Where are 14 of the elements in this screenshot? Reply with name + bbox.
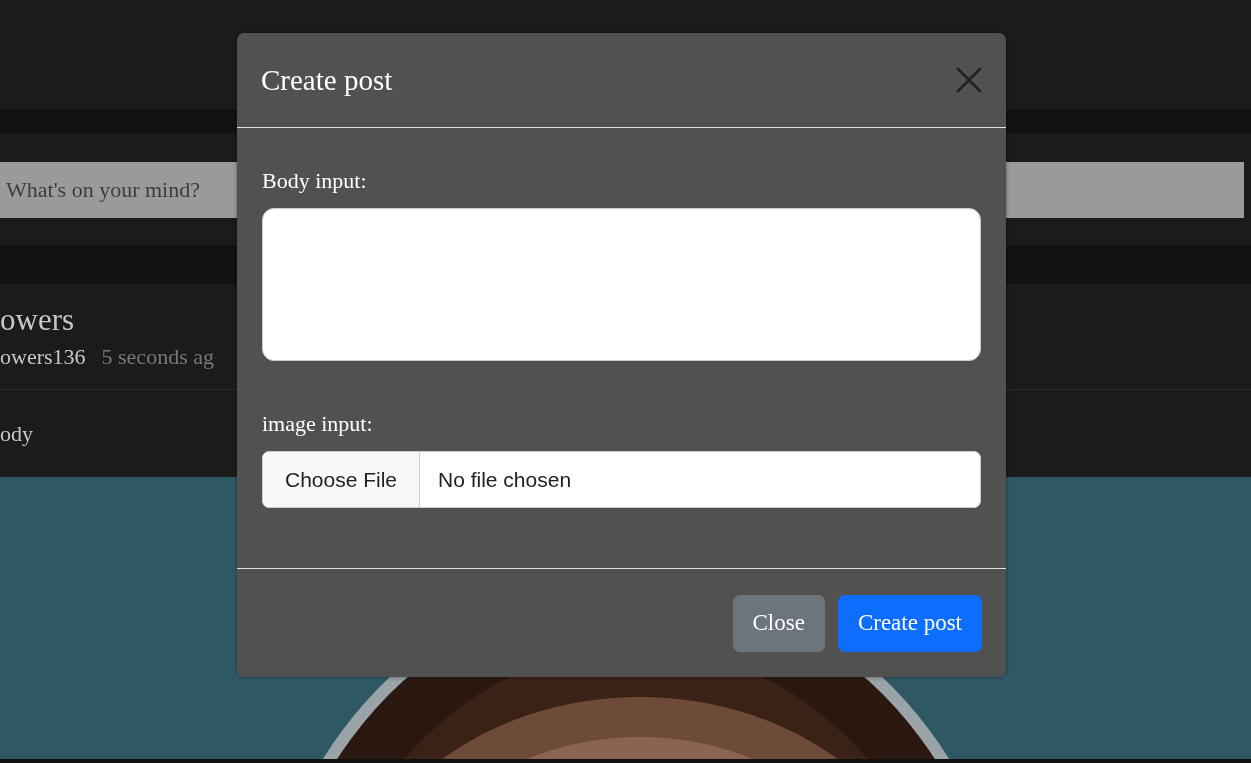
username: owers136 [0, 343, 86, 371]
dialog-title: Create post [261, 63, 393, 97]
body-input-field[interactable] [262, 208, 981, 361]
post-body-text: ody [0, 420, 33, 447]
close-button[interactable]: Close [732, 594, 825, 652]
create-post-button[interactable]: Create post [837, 594, 982, 652]
file-status: No file chosen [437, 466, 572, 493]
file-input-field[interactable]: Choose File No file chosen [262, 451, 981, 508]
field-label: image input: [262, 411, 374, 437]
field-label: Body input: [262, 168, 368, 194]
post-time: 5 seconds ag [101, 343, 214, 371]
post-author: owers [0, 301, 76, 339]
close-icon[interactable] [954, 65, 984, 95]
choose-file-button[interactable]: Choose File [263, 452, 420, 507]
